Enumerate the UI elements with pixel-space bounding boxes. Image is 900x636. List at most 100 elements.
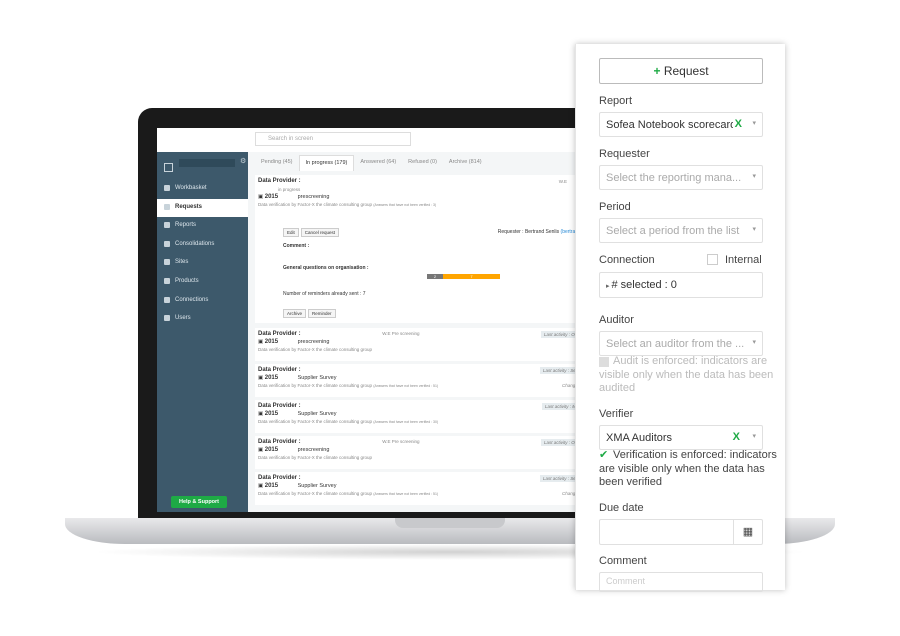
period: 2015 — [264, 194, 279, 200]
request-row[interactable]: Data Provider : Last activity : Sep 27, … — [255, 472, 597, 505]
connection-label: Connection — [599, 254, 655, 266]
sidebar-item-requests[interactable]: Requests — [157, 198, 248, 218]
audit-enforced: Audit is enforced: indicators are visibl… — [599, 355, 774, 396]
auditor-select[interactable]: Select an auditor from the ... ▾ — [599, 331, 763, 356]
data-provider-label: Data Provider : — [258, 403, 301, 409]
search-input[interactable]: Search in screen — [255, 132, 411, 146]
request-row[interactable]: Data Provider : W.E Pre screening Last a… — [255, 328, 597, 361]
help-support-button[interactable]: Help & Support — [171, 496, 227, 508]
survey: prescreening — [297, 447, 330, 453]
period-select[interactable]: Select a period from the list ▾ — [599, 218, 763, 243]
sidebar-item-label: Consolidations — [175, 240, 215, 247]
chevron-down-icon: ▾ — [752, 120, 756, 127]
period: 2015 — [264, 483, 279, 489]
verifier-select[interactable]: XMA Auditors X ▾ — [599, 425, 763, 450]
sidebar-item-workbasket[interactable]: Workbasket — [157, 180, 248, 199]
verification: Data verification by Factor-X the climat… — [258, 202, 373, 207]
clear-report-icon[interactable]: X — [732, 118, 742, 130]
org-dropdown[interactable] — [179, 159, 235, 167]
verification-note: (Answers that have not been verified : 3… — [373, 203, 437, 207]
period: 2015 — [264, 375, 279, 381]
reports-icon — [164, 222, 170, 229]
sidebar-item-sites[interactable]: Sites — [157, 254, 248, 273]
verification-note: (Answers that have not been verified : 3… — [373, 420, 439, 424]
chevron-down-icon: ▾ — [752, 433, 756, 440]
survey: prescreening — [297, 339, 330, 345]
requester: Requester : Bertrand Senlis — [497, 229, 560, 235]
tab-1[interactable]: In progress (179) — [298, 155, 355, 171]
reminder-button[interactable]: Reminder — [308, 309, 336, 318]
verification-note: (Answers that have not been verified : 5… — [373, 384, 439, 388]
requests-icon — [164, 203, 170, 210]
progress-bar: 27 — [427, 274, 500, 279]
archive-button[interactable]: Archive — [283, 309, 307, 318]
org-selector[interactable]: ⚙ — [157, 152, 248, 180]
connection-selector[interactable]: ▸ # selected : 0 — [599, 272, 763, 298]
status: in progress — [278, 187, 301, 192]
requester-label: Requester — [599, 148, 650, 160]
new-request-button[interactable]: + Request — [599, 58, 763, 84]
laptop-notch — [395, 518, 505, 528]
comment-placeholder: Comment — [606, 576, 646, 586]
tab-0[interactable]: Pending (45) — [255, 155, 299, 171]
tab-4[interactable]: Archive (814) — [443, 155, 488, 171]
sidebar-item-consolidations[interactable]: Consolidations — [157, 236, 248, 255]
progress-pending: 7 — [443, 274, 500, 279]
selected-count: # selected : 0 — [611, 279, 677, 291]
sidebar-item-label: Sites — [175, 259, 189, 266]
audit-checkbox[interactable] — [599, 357, 609, 367]
sidebar-item-reports[interactable]: Reports — [157, 217, 248, 236]
sidebar-item-label: Connections — [175, 296, 209, 303]
internal-checkbox[interactable] — [707, 254, 718, 265]
chevron-down-icon: ▾ — [752, 173, 756, 180]
request-row[interactable]: Data Provider : Last activity : May 2, 2… — [255, 400, 597, 433]
calendar-icon: ▣ — [258, 483, 265, 489]
sidebar-item-label: Reports — [175, 222, 197, 229]
requester-select[interactable]: Select the reporting mana... ▾ — [599, 165, 763, 190]
users-icon — [164, 315, 170, 322]
internal-label: Internal — [725, 254, 762, 266]
survey: Supplier Survey — [297, 375, 337, 381]
cancel-request-button[interactable]: Cancel request — [300, 228, 340, 237]
due-date-input[interactable]: ▦ — [599, 519, 763, 545]
expanded-request[interactable]: Data Provider : W.E in progress ▣ 2015 p… — [255, 175, 597, 323]
calendar-icon: ▣ — [258, 411, 265, 417]
gear-icon[interactable]: ⚙ — [240, 157, 246, 165]
calendar-icon: ▣ — [258, 339, 265, 345]
period-label: Period — [599, 201, 631, 213]
sidebar-item-users[interactable]: Users — [157, 310, 248, 329]
connections-icon — [164, 296, 170, 303]
comment-label: Comment — [599, 555, 647, 567]
data-provider-label: Data Provider : — [258, 367, 301, 373]
calendar-icon[interactable]: ▦ — [733, 520, 762, 544]
request-row[interactable]: Data Provider : Last activity : Sep 27, … — [255, 364, 597, 397]
tab-2[interactable]: Answered (64) — [354, 155, 402, 171]
verify-note: Verification is enforced: indicators are… — [599, 449, 777, 488]
clear-verifier-icon[interactable]: X — [733, 431, 740, 443]
tab-3[interactable]: Refused (0) — [402, 155, 443, 171]
survey: Supplier Survey — [297, 411, 337, 417]
edit-button[interactable]: Edit — [283, 228, 299, 237]
tags: W.E Pre screening — [382, 331, 420, 336]
tags: W.E Pre screening — [382, 439, 420, 444]
verifier-label: Verifier — [599, 408, 634, 420]
survey: Supplier Survey — [297, 483, 337, 489]
requester-placeholder: Select the reporting mana... — [606, 172, 742, 184]
sidebar-item-label: Users — [175, 315, 191, 322]
sidebar-item-products[interactable]: Products — [157, 273, 248, 292]
checkmark-icon[interactable]: ✔ — [599, 449, 608, 463]
sidebar-item-connections[interactable]: Connections — [157, 292, 248, 311]
survey: prescreening — [297, 194, 330, 200]
comment-input[interactable]: Comment — [599, 572, 763, 592]
calendar-icon: ▣ — [258, 375, 265, 381]
period: 2015 — [264, 447, 279, 453]
request-panel: + Request Report Sofea Notebook scorecar… — [575, 44, 785, 592]
report-select[interactable]: Sofea Notebook scorecard X ▾ — [599, 112, 763, 137]
consolidations-icon — [164, 240, 170, 247]
request-row[interactable]: Data Provider : W.E Pre screening Last a… — [255, 436, 597, 469]
verification: Data verification by Factor-X the climat… — [258, 491, 373, 496]
report-label: Report — [599, 95, 633, 107]
verification: Data verification by Factor-X the climat… — [258, 347, 373, 352]
sidebar-item-label: Requests — [175, 203, 203, 210]
comment-label: Comment : — [283, 243, 310, 249]
